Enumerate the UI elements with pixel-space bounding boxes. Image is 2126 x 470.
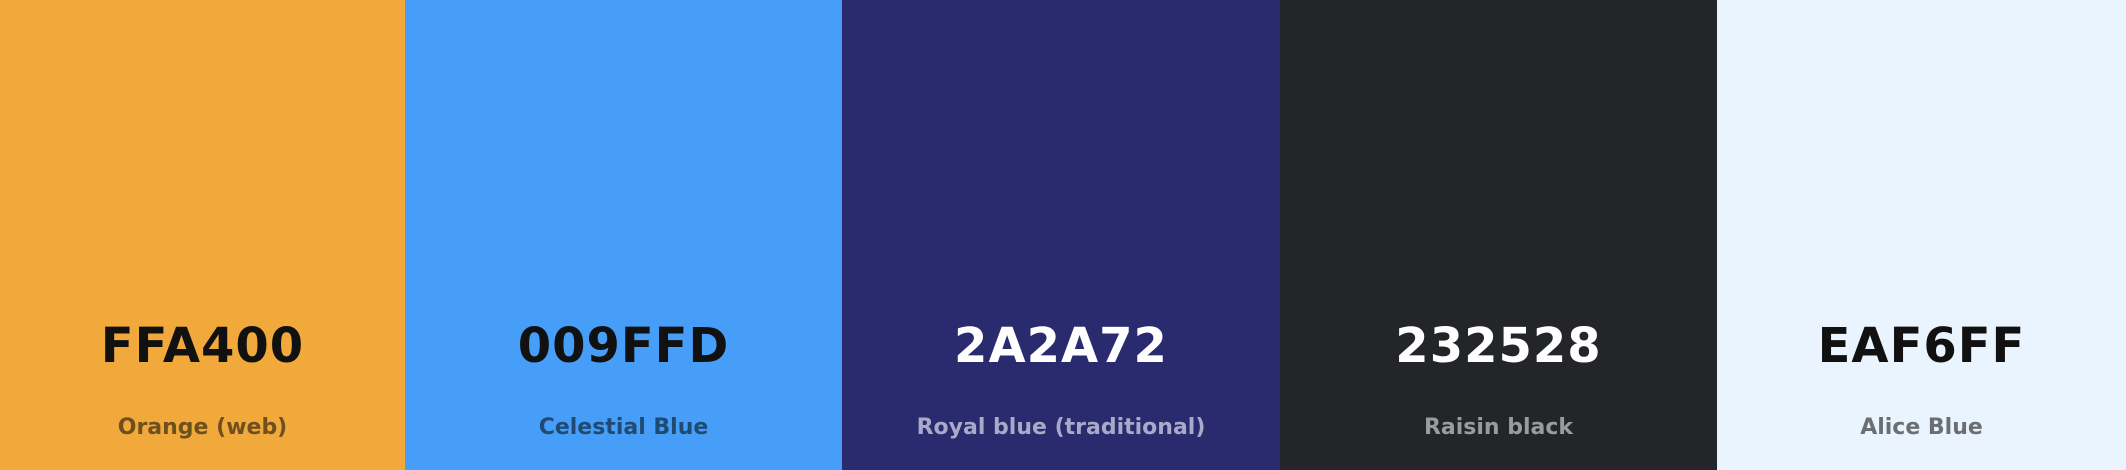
swatch-hex-code: 009FFD: [517, 318, 730, 374]
swatch-color-name: Orange (web): [117, 415, 288, 440]
swatch-hex-code: EAF6FF: [1817, 318, 2026, 374]
swatch-color-name: Raisin black: [1423, 415, 1574, 440]
swatch-orange-web[interactable]: FFA400 Orange (web): [0, 0, 405, 470]
swatch-color-name: Celestial Blue: [538, 415, 709, 440]
swatch-royal-blue-traditional[interactable]: 2A2A72 Royal blue (traditional): [842, 0, 1280, 470]
swatch-color-name: Alice Blue: [1860, 415, 1983, 440]
swatch-alice-blue[interactable]: EAF6FF Alice Blue: [1717, 0, 2126, 470]
swatch-hex-code: 232528: [1395, 318, 1602, 374]
swatch-hex-code: FFA400: [100, 318, 305, 374]
swatch-celestial-blue[interactable]: 009FFD Celestial Blue: [405, 0, 842, 470]
swatch-hex-code: 2A2A72: [954, 318, 1168, 374]
color-palette: FFA400 Orange (web) 009FFD Celestial Blu…: [0, 0, 2126, 470]
swatch-color-name: Royal blue (traditional): [916, 415, 1206, 440]
swatch-raisin-black[interactable]: 232528 Raisin black: [1280, 0, 1717, 470]
